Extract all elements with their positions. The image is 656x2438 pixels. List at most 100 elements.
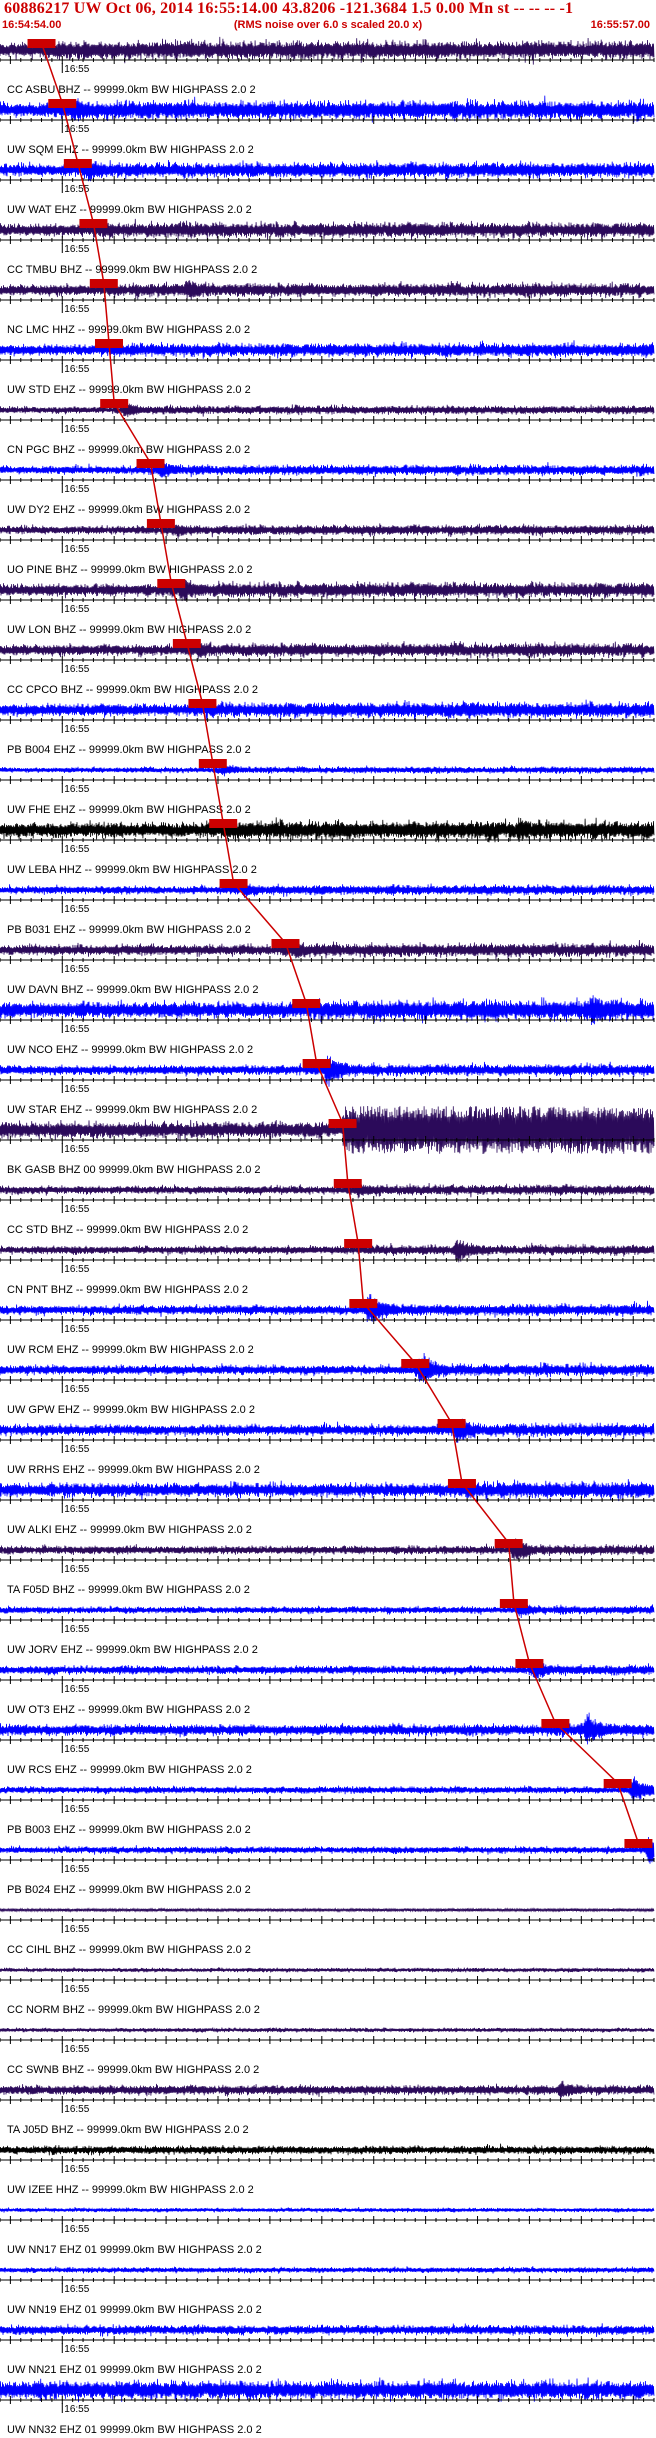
minute-tick-label: 16:55 (64, 904, 89, 915)
station-label: PB B003 EHZ -- 99999.0km BW HIGHPASS 2.0… (7, 1824, 251, 1836)
station-label: CC CPCO BHZ -- 99999.0km BW HIGHPASS 2.0… (7, 684, 258, 696)
minute-tick-label: 16:55 (64, 1264, 89, 1275)
minute-tick-label: 16:55 (64, 1624, 89, 1635)
waveform-trace (0, 699, 655, 721)
trace-row: 16:55 CN PGC BHZ -- 99999.0km BW HIGHPASS… (0, 399, 655, 456)
waveform-trace (0, 1660, 655, 1679)
minute-tick-label: 16:55 (64, 964, 89, 975)
station-label: UW LON BHZ -- 99999.0km BW HIGHPASS 2.0 … (7, 624, 251, 636)
trace-row: 16:55 UW NN32 EHZ 01 99999.0km BW HIGHPAS… (0, 2377, 655, 2436)
waveform-trace (0, 2207, 655, 2213)
station-label: UW ALKI EHZ -- 99999.0km BW HIGHPASS 2.0… (7, 1524, 252, 1536)
pick-moveout-line (40, 42, 640, 1844)
waveform-trace (0, 2266, 655, 2274)
minute-tick-label: 16:55 (64, 364, 89, 375)
trace-row: 16:55 UW RRHS EHZ -- 99999.0km BW HIGHPAS… (0, 1418, 655, 1476)
station-label: UW RCS EHZ -- 99999.0km BW HIGHPASS 2.0 … (7, 1764, 252, 1776)
station-label: UW LEBA HHZ -- 99999.0km BW HIGHPASS 2.0… (7, 864, 257, 876)
minute-tick-label: 16:55 (64, 2164, 89, 2175)
waveform-trace (0, 817, 655, 843)
station-label: UW WAT EHZ -- 99999.0km BW HIGHPASS 2.0 … (7, 204, 252, 216)
minute-tick-label: 16:55 (64, 2104, 89, 2115)
trace-row: 16:55UW WAT EHZ -- 99999.0km BW HIGHPASS… (0, 159, 655, 216)
station-label: CC CIHL BHZ -- 99999.0km BW HIGHPASS 2.0… (7, 1944, 251, 1956)
station-label: CN PNT BHZ -- 99999.0km BW HIGHPASS 2.0 … (7, 1284, 248, 1296)
trace-row: 16:55 UW LEBA HHZ -- 99999.0km BW HIGHPAS… (0, 817, 655, 876)
waveform-trace (0, 995, 655, 1026)
station-label: PB B024 EHZ -- 99999.0km BW HIGHPASS 2.0… (7, 1884, 251, 1896)
waveform-trace (0, 402, 655, 418)
minute-tick-label: 16:55 (64, 304, 89, 315)
station-label: CC SWNB BHZ -- 99999.0km BW HIGHPASS 2.0… (7, 2064, 259, 2076)
waveform-trace (0, 1602, 655, 1619)
station-label: UW NN17 EHZ 01 99999.0km BW HIGHPASS 2.0… (7, 2244, 262, 2256)
trace-row: 16:55 UW ALKI EHZ -- 99999.0km BW HIGHPAS… (0, 1479, 655, 1536)
trace-row: 16:55 UW NN17 EHZ 01 99999.0km BW HIGHPAS… (0, 2207, 655, 2256)
minute-tick-label: 16:55 (64, 1024, 89, 1035)
station-label: CC TMBU BHZ -- 99999.0km BW HIGHPASS 2.0… (7, 264, 257, 276)
minute-tick-label: 16:55 (64, 2344, 89, 2355)
minute-tick-label: 16:55 (64, 1984, 89, 1995)
minute-tick-label: 16:55 (64, 544, 89, 555)
trace-row: 16:55 UO PINE BHZ -- 99999.0km BW HIGHPAS… (0, 519, 655, 576)
station-label: PB B004 EHZ -- 99999.0km BW HIGHPASS 2.0… (7, 744, 251, 756)
waveform-trace (0, 159, 655, 182)
minute-tick-label: 16:55 (64, 424, 89, 435)
station-label: UW RRHS EHZ -- 99999.0km BW HIGHPASS 2.0… (7, 1464, 260, 1476)
minute-tick-label: 16:55 (64, 1744, 89, 1755)
station-label: CC ASBU BHZ -- 99999.0km BW HIGHPASS 2.0… (7, 84, 256, 96)
station-label: CN PGC BHZ -- 99999.0km BW HIGHPASS 2.0 … (7, 444, 250, 456)
trace-row: 16:55 CN PNT BHZ -- 99999.0km BW HIGHPASS… (0, 1239, 655, 1296)
station-label: UO PINE BHZ -- 99999.0km BW HIGHPASS 2.0… (7, 564, 253, 576)
trace-row: 16:55 UW NCO EHZ -- 99999.0km BW HIGHPASS… (0, 995, 655, 1056)
chart-title: 60886217 UW Oct 06, 2014 16:55:14.00 43.… (4, 0, 574, 17)
station-label: CC STD BHZ -- 99999.0km BW HIGHPASS 2.0 … (7, 1224, 248, 1236)
station-label: UW FHE EHZ -- 99999.0km BW HIGHPASS 2.0 … (7, 804, 251, 816)
waveform-trace (0, 1967, 655, 1973)
trace-row: 16:55 UW STD EHZ -- 99999.0km BW HIGHPASS… (0, 339, 655, 396)
station-label: UW RCM EHZ -- 99999.0km BW HIGHPASS 2.0 … (7, 1344, 254, 1356)
pick-marker (624, 1839, 653, 1848)
start-time-label: 16:54:54.00 (2, 19, 62, 31)
station-label: UW IZEE HHZ -- 99999.0km BW HIGHPASS 2.0… (7, 2184, 254, 2196)
waveform-trace (0, 939, 655, 960)
waveform-trace (0, 1352, 655, 1383)
waveform-trace (0, 95, 655, 123)
trace-row: 16:55 UW FHE EHZ -- 99999.0km BW HIGHPASS… (0, 759, 655, 816)
trace-row: 16:55UW SQM EHZ -- 99999.0km BW HIGHPASS… (0, 95, 655, 156)
minute-tick-label: 16:55 (64, 1804, 89, 1815)
chart-header: 60886217 UW Oct 06, 2014 16:55:14.00 43.… (0, 0, 656, 40)
waveform-trace (0, 2323, 655, 2338)
waveform-trace (0, 1776, 655, 1801)
minute-tick-label: 16:55 (64, 1504, 89, 1515)
waveform-trace (0, 460, 655, 478)
minute-tick-label: 16:55 (64, 1084, 89, 1095)
minute-tick-label: 16:55 (64, 2224, 89, 2235)
station-label: UW DAVN BHZ -- 99999.0km BW HIGHPASS 2.0… (7, 984, 258, 996)
waveform-trace (0, 2377, 655, 2403)
trace-row: 16:55 PB B024 EHZ -- 99999.0km BW HIGHPAS… (0, 1836, 655, 1896)
seismogram-chart: 16:55 CC ASBU BHZ -- 99999.0km BW HIGHPAS… (0, 36, 655, 2436)
trace-row: 16:55 CC NORM BHZ -- 99999.0km BW HIGHPAS… (0, 1967, 655, 2016)
station-label: CC NORM BHZ -- 99999.0km BW HIGHPASS 2.0… (7, 2004, 260, 2016)
trace-row: 16:55 TA J05D BHZ -- 99999.0km BW HIGHPAS… (0, 2080, 655, 2136)
minute-tick-label: 16:55 (64, 844, 89, 855)
station-label: BK GASB BHZ 00 99999.0km BW HIGHPASS 2.0… (7, 1164, 261, 1176)
trace-row: 16:55 PB B003 EHZ -- 99999.0km BW HIGHPAS… (0, 1776, 655, 1836)
rms-note: (RMS noise over 6.0 s scaled 20.0 x) (233, 19, 423, 31)
station-label: UW NN19 EHZ 01 99999.0km BW HIGHPASS 2.0… (7, 2304, 262, 2316)
minute-tick-label: 16:55 (64, 2284, 89, 2295)
minute-tick-label: 16:55 (64, 64, 89, 75)
minute-tick-label: 16:55 (64, 604, 89, 615)
trace-row: 16:55 UW JORV EHZ -- 99999.0km BW HIGHPAS… (0, 1599, 655, 1656)
waveform-trace (0, 579, 655, 602)
waveform-trace (0, 2027, 655, 2033)
waveform-trace (0, 1294, 655, 1323)
trace-row: 16:55 UW LON BHZ -- 99999.0km BW HIGHPASS… (0, 579, 655, 636)
trace-row: 16:55 UW IZEE HHZ -- 99999.0km BW HIGHPAS… (0, 2143, 655, 2196)
station-label: UW OT3 EHZ -- 99999.0km BW HIGHPASS 2.0 … (7, 1704, 250, 1716)
minute-tick-label: 16:55 (64, 664, 89, 675)
trace-row: 16:55 UW DY2 EHZ -- 99999.0km BW HIGHPASS… (0, 459, 655, 516)
station-label: UW STD EHZ -- 99999.0km BW HIGHPASS 2.0 … (7, 384, 251, 396)
minute-tick-label: 16:55 (64, 2404, 89, 2415)
